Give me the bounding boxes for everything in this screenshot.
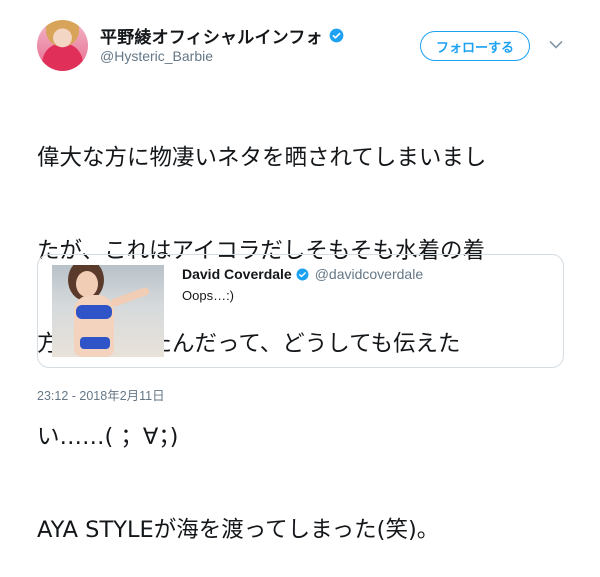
quoted-author-name: David Coverdale — [182, 266, 292, 282]
quoted-tweet-text: Oops…:) — [182, 288, 235, 303]
tweet-timestamp[interactable]: 23:12 - 2018年2月11日 — [37, 385, 165, 404]
quoted-tweet-header: David Coverdale @davidcoverdale — [182, 266, 423, 282]
verified-badge-icon — [296, 268, 309, 280]
tweet-text-line: い……( ；∀；) — [37, 424, 179, 450]
author-avatar[interactable] — [37, 20, 88, 71]
quoted-tweet-card[interactable]: David Coverdale @davidcoverdale Oops…:) — [37, 254, 564, 368]
tweet-text-line: 偉大な方に物凄いネタを晒されてしまいまし — [37, 145, 487, 171]
tweet-text-line: AYA STYLEが海を渡ってしまった(笑)。 — [37, 517, 440, 543]
author-name-row[interactable]: 平野綾オフィシャルインフォ — [100, 23, 344, 48]
author-display-name[interactable]: 平野綾オフィシャルインフォ — [100, 23, 323, 48]
follow-button[interactable]: フォローする — [420, 31, 530, 61]
quoted-tweet-photo[interactable] — [52, 265, 164, 357]
chevron-down-icon[interactable] — [549, 40, 563, 50]
quoted-author-handle: @davidcoverdale — [314, 266, 424, 282]
verified-badge-icon — [329, 28, 344, 43]
author-handle[interactable]: @Hysteric_Barbie — [100, 48, 213, 64]
